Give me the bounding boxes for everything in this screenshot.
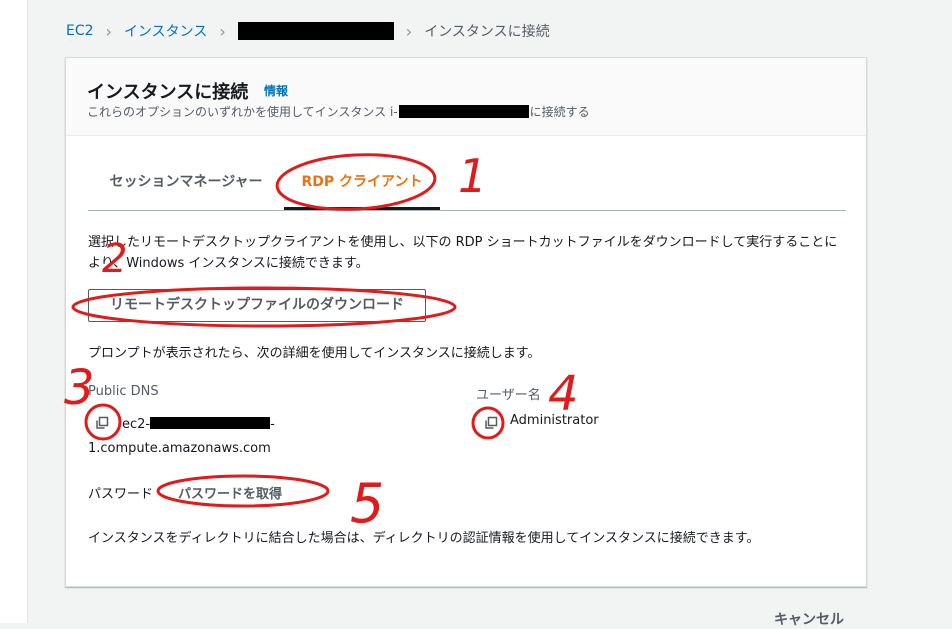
side-nav-strip: [0, 0, 28, 623]
public-dns-value: ec2- - 1.compute.amazonaws.com: [88, 413, 328, 461]
breadcrumb-instances[interactable]: インスタンス: [124, 21, 207, 41]
directory-note: インスタンスをディレクトリに結合した場合は、ディレクトリの認証情報を使用してイン…: [88, 531, 760, 546]
username-label: ユーザー名: [476, 388, 541, 403]
username-value: Administrator: [510, 413, 599, 428]
description-suffix: に接続する: [529, 105, 590, 119]
get-password-link[interactable]: パスワードを取得: [178, 483, 282, 502]
description-prefix: これらのオプションのいずれかを使用してインスタンス i-: [87, 105, 398, 119]
breadcrumb: EC2 › インスタンス › › インスタンスに接続: [66, 21, 550, 41]
copy-username-icon[interactable]: [483, 415, 499, 431]
connect-tabs: セッションマネージャー RDP クライアント: [88, 158, 846, 211]
cancel-button[interactable]: キャンセル: [774, 609, 844, 629]
instance-id-redacted: [398, 105, 529, 118]
tab-session-manager[interactable]: セッションマネージャー: [88, 158, 284, 210]
breadcrumb-ec2[interactable]: EC2: [66, 23, 94, 39]
panel-header: インスタンスに接続 情報 これらのオプションのいずれかを使用してインスタンス i…: [66, 58, 866, 136]
download-rdp-file-button[interactable]: リモートデスクトップファイルのダウンロード: [88, 289, 426, 322]
chevron-right-icon: ›: [219, 21, 226, 41]
prompt-text: プロンプトが表示されたら、次の詳細を使用してインスタンスに接続します。: [88, 346, 541, 361]
public-dns-prefix: ec2-: [122, 417, 151, 432]
public-dns-suffix: 1.compute.amazonaws.com: [88, 441, 271, 456]
public-dns-redacted: [150, 417, 271, 429]
info-link[interactable]: 情報: [264, 82, 288, 99]
public-dns-dash: -: [270, 417, 275, 432]
password-label: パスワード: [88, 487, 154, 502]
page-title: インスタンスに接続: [87, 82, 249, 103]
chevron-right-icon: ›: [105, 21, 112, 41]
public-dns-label: Public DNS: [88, 384, 159, 399]
rdp-description: 選択したリモートデスクトップクライアントを使用し、以下の RDP ショートカット…: [88, 235, 838, 271]
tab-rdp-client[interactable]: RDP クライアント: [284, 158, 440, 210]
connect-panel: インスタンスに接続 情報 これらのオプションのいずれかを使用してインスタンス i…: [65, 57, 867, 587]
panel-description: これらのオプションのいずれかを使用してインスタンス i- に接続する: [87, 103, 590, 120]
chevron-right-icon: ›: [405, 21, 413, 41]
breadcrumb-instance-id-redacted[interactable]: [237, 22, 394, 40]
breadcrumb-current: インスタンスに接続: [424, 24, 550, 40]
